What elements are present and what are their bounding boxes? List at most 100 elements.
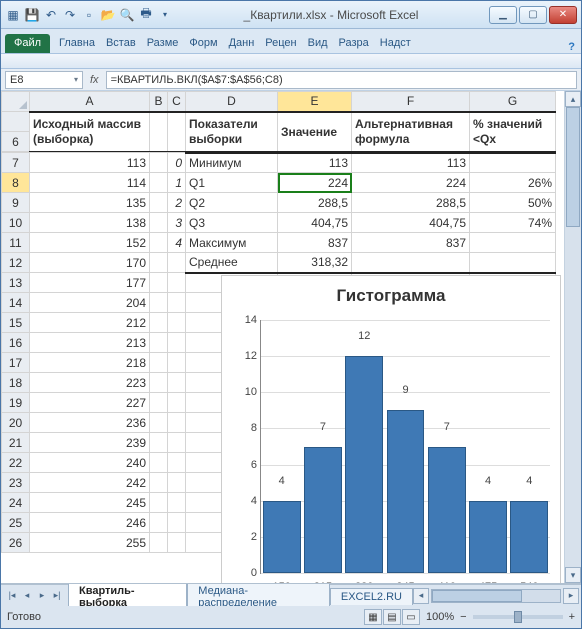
scroll-thumb[interactable] [566, 107, 580, 227]
cell[interactable]: 50% [470, 193, 556, 213]
cell[interactable] [168, 413, 186, 433]
cell[interactable]: 837 [278, 233, 352, 253]
cell[interactable]: 138 [30, 213, 150, 233]
ribbon-tab[interactable]: Разме [142, 34, 184, 53]
ribbon-tab[interactable]: Встав [101, 34, 141, 53]
hscroll-track[interactable] [431, 589, 561, 603]
row-header[interactable]: 8 [2, 173, 30, 193]
cell[interactable] [470, 153, 556, 173]
cell[interactable]: Максимум [186, 233, 278, 253]
col-header[interactable]: C [168, 92, 186, 112]
cell[interactable]: 223 [30, 373, 150, 393]
maximize-button[interactable]: ▢ [519, 6, 547, 24]
cell[interactable] [168, 473, 186, 493]
cell[interactable] [168, 513, 186, 533]
help-icon[interactable]: ? [564, 41, 579, 53]
cell[interactable] [150, 493, 168, 513]
ribbon-tab[interactable]: Рецен [260, 34, 301, 53]
cell[interactable]: 288,5 [352, 193, 470, 213]
cell[interactable] [150, 413, 168, 433]
cell[interactable]: 224 [278, 173, 352, 193]
cell[interactable]: 4 [168, 233, 186, 253]
scroll-down-button[interactable]: ▾ [565, 567, 581, 583]
print-preview-icon[interactable]: 🔍 [119, 7, 135, 23]
cell[interactable]: 246 [30, 513, 150, 533]
cell[interactable]: Q2 [186, 193, 278, 213]
cell[interactable] [168, 393, 186, 413]
zoom-in-button[interactable]: + [569, 611, 575, 623]
cell[interactable]: 113 [30, 153, 150, 173]
cell[interactable]: 404,75 [352, 213, 470, 233]
cell[interactable] [168, 333, 186, 353]
cell[interactable] [150, 313, 168, 333]
cell[interactable] [150, 193, 168, 213]
ribbon-tab[interactable]: Надст [375, 34, 416, 53]
cell[interactable] [150, 373, 168, 393]
row-header[interactable]: 23 [2, 473, 30, 493]
cell[interactable]: Q3 [186, 213, 278, 233]
col-header[interactable]: F [352, 92, 470, 112]
cell[interactable]: Q1 [186, 173, 278, 193]
vertical-scrollbar[interactable]: ▴ ▾ [564, 91, 581, 583]
cell[interactable]: Исходный массив (выборка) [30, 112, 150, 152]
row-header[interactable]: 19 [2, 393, 30, 413]
cell[interactable] [150, 453, 168, 473]
tab-last-icon[interactable]: ▸| [50, 589, 64, 603]
cell[interactable]: 213 [30, 333, 150, 353]
cell[interactable] [150, 533, 168, 553]
row-header[interactable]: 20 [2, 413, 30, 433]
cell[interactable] [150, 213, 168, 233]
cell[interactable] [150, 433, 168, 453]
ribbon-tab[interactable]: Вид [303, 34, 333, 53]
row-header[interactable]: 18 [2, 373, 30, 393]
view-normal-icon[interactable]: ▦ [364, 609, 382, 625]
cell[interactable]: Альтернативная формула [352, 112, 470, 152]
cell[interactable] [168, 313, 186, 333]
col-header[interactable]: B [150, 92, 168, 112]
scroll-up-button[interactable]: ▴ [565, 91, 581, 107]
cell[interactable] [150, 173, 168, 193]
row-header[interactable]: 11 [2, 233, 30, 253]
cell[interactable]: 114 [30, 173, 150, 193]
row-header[interactable]: 21 [2, 433, 30, 453]
col-header[interactable]: D [186, 92, 278, 112]
cell[interactable]: 242 [30, 473, 150, 493]
cell[interactable]: 404,75 [278, 213, 352, 233]
cell[interactable]: 224 [352, 173, 470, 193]
cell[interactable]: 240 [30, 453, 150, 473]
sheet-tab[interactable]: EXCEL2.RU [330, 588, 413, 605]
cell[interactable]: 170 [30, 253, 150, 273]
cell[interactable]: 1 [168, 173, 186, 193]
select-all-corner[interactable] [2, 92, 30, 112]
ribbon-tab[interactable]: Разра [334, 34, 374, 53]
row-header[interactable]: 7 [2, 153, 30, 173]
ribbon-tab[interactable]: Данн [224, 34, 260, 53]
row-header[interactable]: 10 [2, 213, 30, 233]
cell[interactable] [352, 253, 470, 273]
view-layout-icon[interactable]: ▤ [383, 609, 401, 625]
worksheet-area[interactable]: A B C D E F G Исходный массив (выборка) … [1, 91, 581, 584]
tab-next-icon[interactable]: ▸ [35, 589, 49, 603]
row-header[interactable]: 15 [2, 313, 30, 333]
chevron-down-icon[interactable]: ▾ [74, 75, 78, 84]
new-icon[interactable]: ▫ [81, 7, 97, 23]
cell[interactable]: 255 [30, 533, 150, 553]
cell[interactable]: Минимум [186, 153, 278, 173]
row-header[interactable]: 12 [2, 253, 30, 273]
cell[interactable] [150, 353, 168, 373]
row-header[interactable]: 17 [2, 353, 30, 373]
cell[interactable]: 236 [30, 413, 150, 433]
cell[interactable] [168, 253, 186, 273]
cell[interactable]: 177 [30, 273, 150, 293]
zoom-thumb[interactable] [514, 611, 522, 623]
fx-icon[interactable]: fx [86, 74, 103, 86]
row-header[interactable]: 13 [2, 273, 30, 293]
cell[interactable]: 218 [30, 353, 150, 373]
ribbon-tab[interactable]: Форм [184, 34, 222, 53]
cell[interactable] [150, 513, 168, 533]
cell[interactable] [168, 273, 186, 293]
cell[interactable]: 288,5 [278, 193, 352, 213]
cell[interactable] [150, 473, 168, 493]
scroll-right-button[interactable]: ▸ [563, 588, 579, 604]
cell[interactable]: 135 [30, 193, 150, 213]
